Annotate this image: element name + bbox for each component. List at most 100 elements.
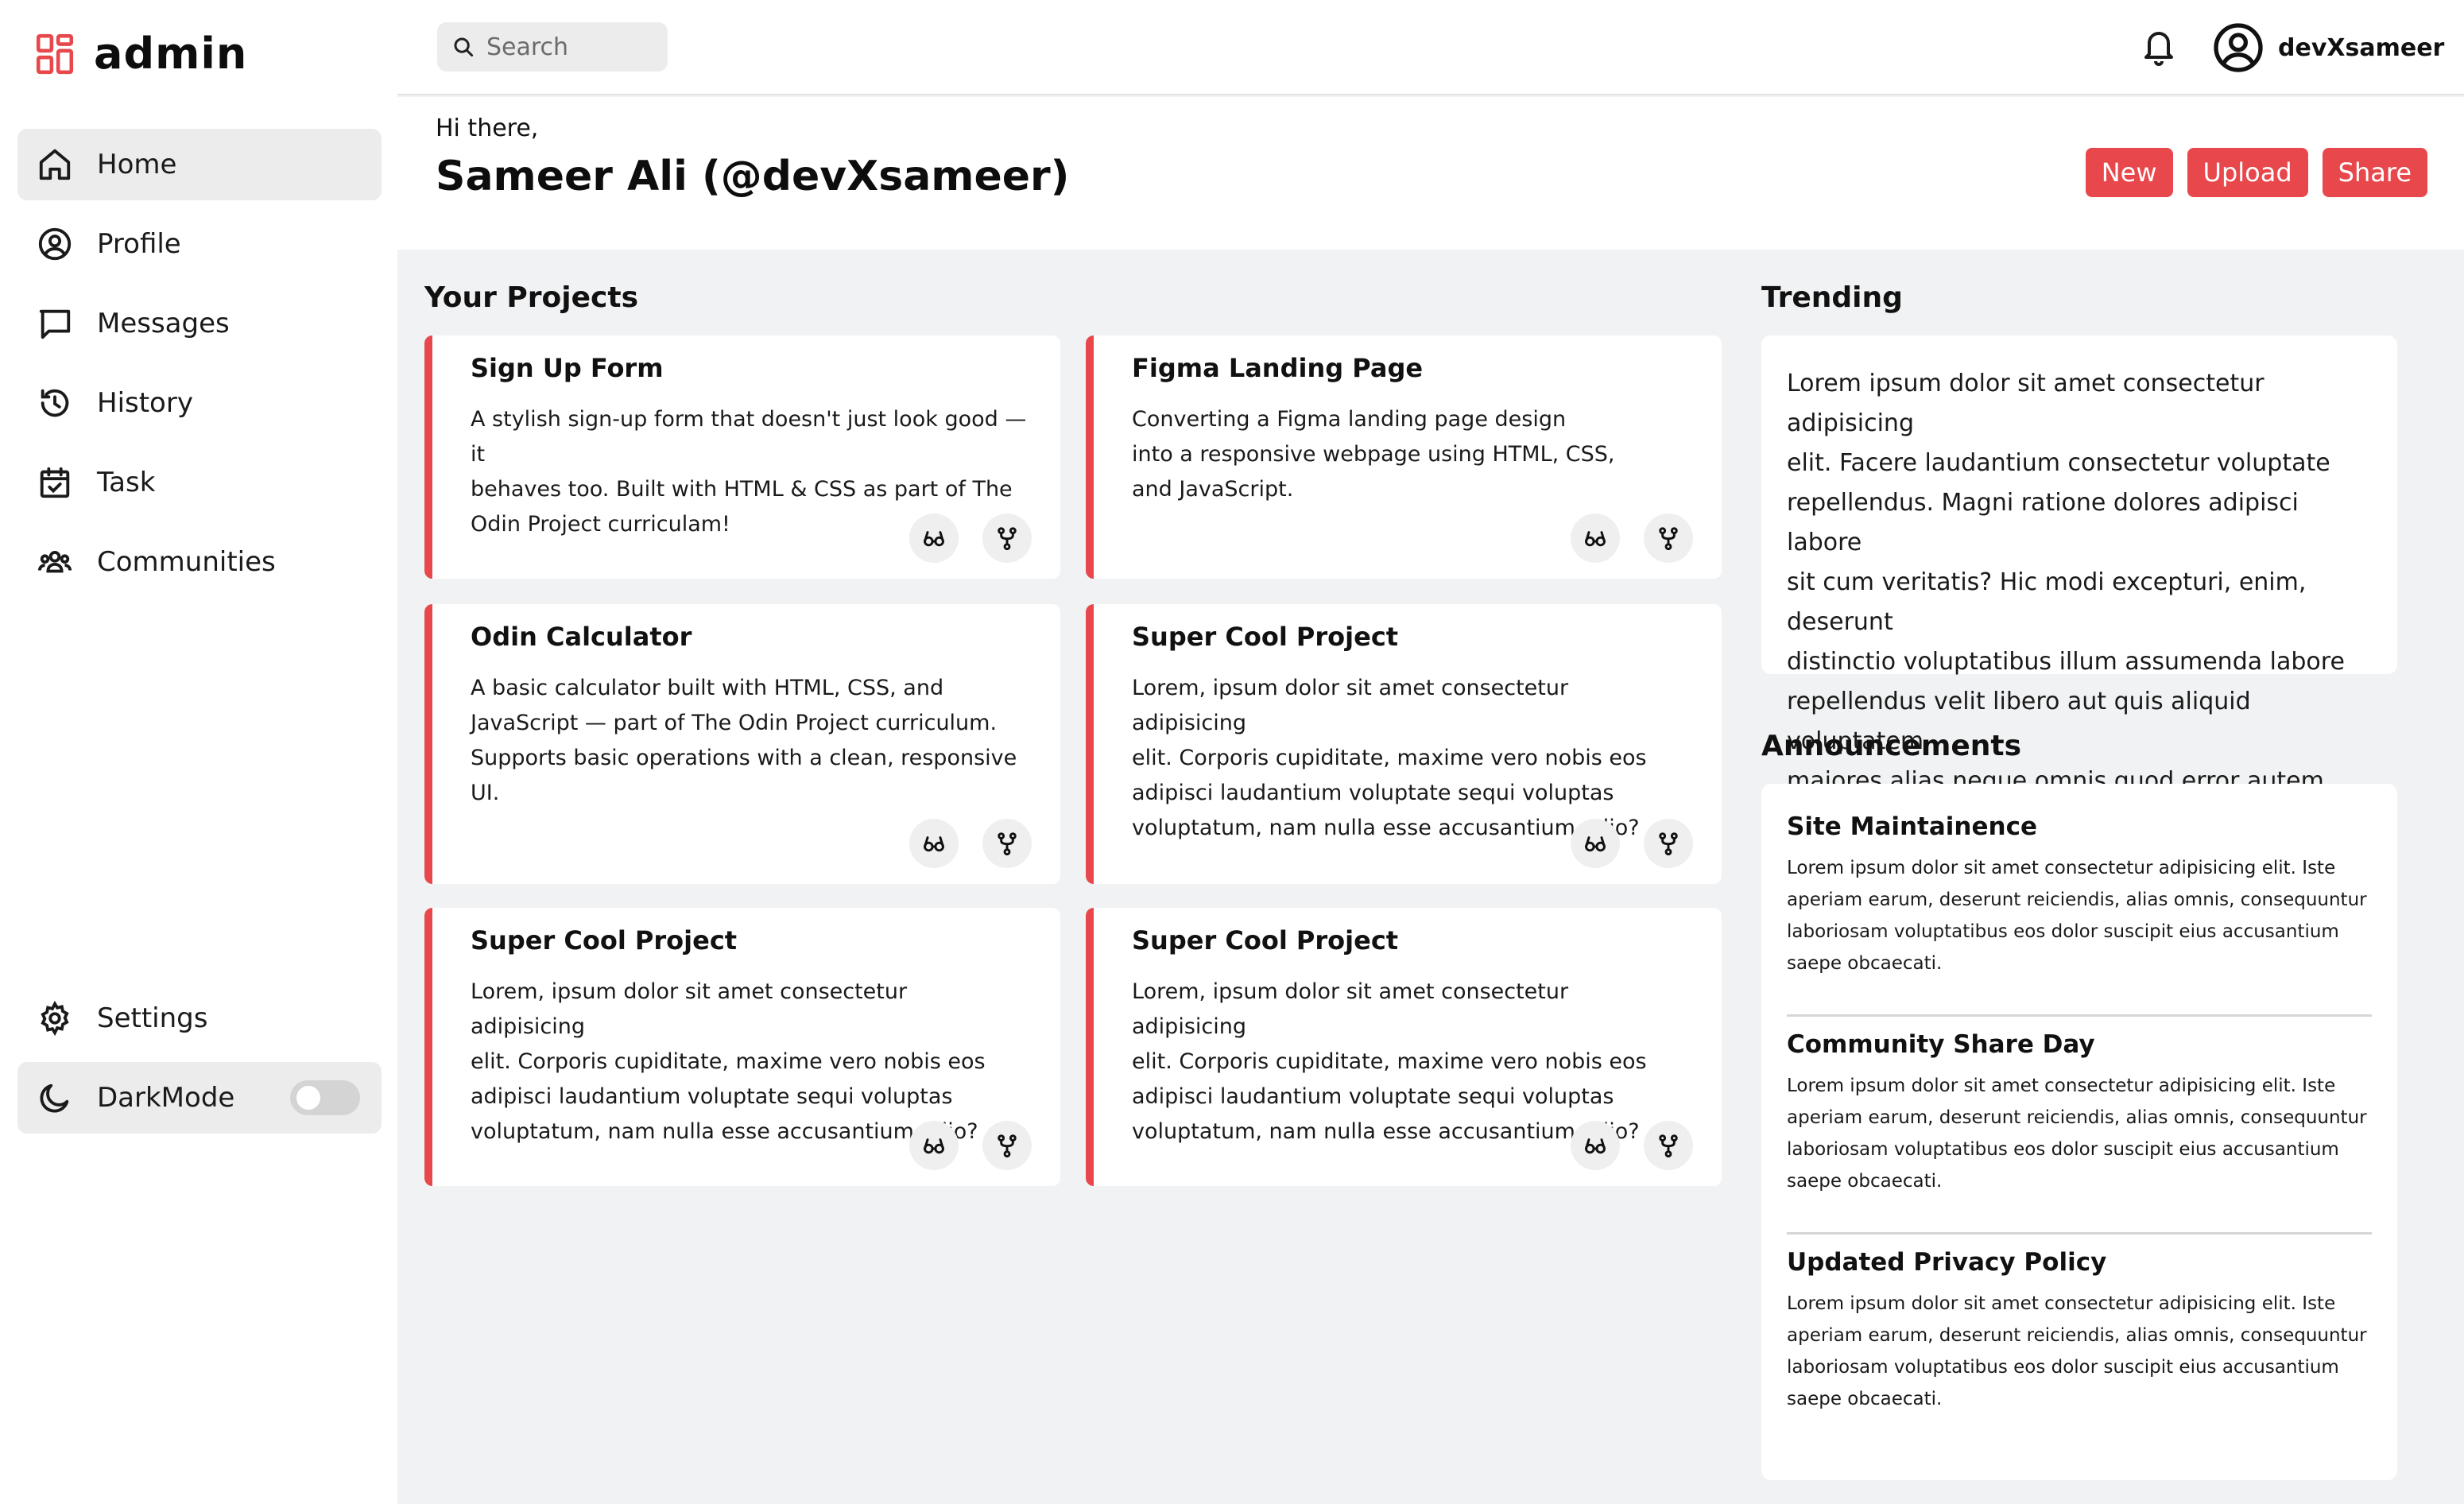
- fork-icon: [1659, 527, 1678, 551]
- text-line: Supports basic operations with a clean, …: [471, 746, 1017, 805]
- view-project-button[interactable]: [909, 1121, 959, 1170]
- glasses-icon: [1585, 531, 1606, 547]
- project-card[interactable]: Figma Landing Page Converting a Figma lan…: [1086, 335, 1722, 579]
- greeting-header: Hi there, Sameer Ali (@devXsameer) New U…: [397, 97, 2464, 250]
- project-title: Figma Landing Page: [1132, 353, 1424, 383]
- glasses-icon: [924, 1138, 944, 1154]
- header-actions: New Upload Share: [2085, 148, 2427, 197]
- text-line: sit cum veritatis? Hic modi excepturi, e…: [1787, 568, 2307, 636]
- text-line: Lorem ipsum dolor sit amet consectetur a…: [1787, 1293, 2336, 1314]
- sidebar-bottom: Settings DarkMode: [17, 983, 382, 1142]
- app-root: admin Home Profile Messages History Task…: [0, 0, 2464, 1504]
- text-line: adipisci laudantium voluptate sequi volu…: [471, 1084, 953, 1109]
- project-card[interactable]: Sign Up Form A stylish sign-up form that …: [424, 335, 1060, 579]
- sidebar-item-label: Home: [97, 149, 177, 180]
- glasses-icon: [924, 836, 944, 852]
- dashboard-logo-icon: [36, 33, 74, 74]
- announcement-item[interactable]: Site Maintainence Lorem ipsum dolor sit a…: [1787, 812, 2372, 979]
- announcements-card: Site Maintainence Lorem ipsum dolor sit a…: [1761, 784, 2397, 1480]
- text-line: Lorem ipsum dolor sit amet consectetur a…: [1787, 858, 2336, 878]
- sidebar-item-label: Communities: [97, 546, 276, 578]
- announcement-item[interactable]: Updated Privacy Policy Lorem ipsum dolor …: [1787, 1248, 2372, 1415]
- text-line: behaves too. Built with HTML & CSS as pa…: [471, 477, 1013, 502]
- project-card[interactable]: Super Cool Project Lorem, ipsum dolor sit…: [1086, 604, 1722, 884]
- fork-icon: [1659, 1134, 1678, 1158]
- share-button[interactable]: Share: [2322, 148, 2427, 197]
- fork-project-button[interactable]: [1644, 819, 1693, 868]
- text-line: aperiam earum, deserunt reiciendis, alia…: [1787, 1107, 2367, 1128]
- view-project-button[interactable]: [1571, 819, 1620, 868]
- announcement-item[interactable]: Community Share Day Lorem ipsum dolor sit…: [1787, 1030, 2372, 1197]
- fork-icon: [998, 527, 1017, 551]
- divider: [1787, 1232, 2372, 1235]
- announcement-text: Lorem ipsum dolor sit amet consectetur a…: [1787, 852, 2372, 979]
- sidebar-item-task[interactable]: Task: [17, 447, 382, 518]
- project-actions: [909, 819, 1032, 868]
- user-menu[interactable]: devXsameer: [2213, 22, 2444, 73]
- text-line: laboriosam voluptatibus eos dolor suscip…: [1787, 1357, 2339, 1378]
- project-actions: [1571, 514, 1693, 563]
- search-input[interactable]: [486, 33, 653, 61]
- home-icon: [39, 149, 71, 180]
- trending-card: Lorem ipsum dolor sit amet consectetur a…: [1761, 335, 2397, 795]
- fork-project-button[interactable]: [982, 1121, 1032, 1170]
- toggle-knob: [296, 1086, 321, 1110]
- sidebar-item-settings[interactable]: Settings: [17, 983, 382, 1054]
- sidebar-item-label: Task: [97, 467, 156, 498]
- text-line: laboriosam voluptatibus eos dolor suscip…: [1787, 921, 2339, 942]
- view-project-button[interactable]: [909, 514, 959, 563]
- sidebar-item-communities[interactable]: Communities: [17, 526, 382, 598]
- darkmode-toggle[interactable]: [290, 1080, 361, 1115]
- brand-name: admin: [94, 29, 248, 79]
- project-title: Super Cool Project: [1132, 622, 1399, 652]
- project-actions: [1571, 1121, 1693, 1170]
- text-line: aperiam earum, deserunt reiciendis, alia…: [1787, 1325, 2367, 1346]
- fork-project-button[interactable]: [1644, 514, 1693, 563]
- text-line: JavaScript — part of The Odin Project cu…: [471, 711, 998, 735]
- glasses-icon: [1585, 1138, 1606, 1154]
- greeting-text: Hi there,: [436, 114, 539, 142]
- project-actions: [909, 514, 1032, 563]
- sidebar: admin Home Profile Messages History Task…: [0, 0, 397, 1504]
- fork-icon: [998, 1134, 1017, 1158]
- text-line: Lorem, ipsum dolor sit amet consectetur …: [1132, 676, 1569, 735]
- sidebar-item-home[interactable]: Home: [17, 129, 382, 200]
- view-project-button[interactable]: [1571, 1121, 1620, 1170]
- announcements-heading: Announcements: [1761, 730, 2022, 762]
- sidebar-item-darkmode[interactable]: DarkMode: [17, 1062, 382, 1134]
- sidebar-item-profile[interactable]: Profile: [17, 208, 382, 280]
- glasses-icon: [1585, 836, 1606, 852]
- text-line: saepe obcaecati.: [1787, 1389, 1943, 1409]
- user-avatar-icon: [2214, 23, 2263, 72]
- logo[interactable]: admin: [35, 29, 247, 79]
- history-icon: [41, 389, 69, 417]
- text-line: Lorem ipsum dolor sit amet consectetur a…: [1787, 370, 2264, 437]
- fork-project-button[interactable]: [982, 819, 1032, 868]
- fork-project-button[interactable]: [982, 514, 1032, 563]
- text-line: elit. Corporis cupiditate, maxime vero n…: [1132, 746, 1647, 770]
- view-project-button[interactable]: [909, 819, 959, 868]
- projects-heading: Your Projects: [424, 281, 639, 314]
- sidebar-item-history[interactable]: History: [17, 367, 382, 439]
- announcement-text: Lorem ipsum dolor sit amet consectetur a…: [1787, 1288, 2372, 1415]
- new-button[interactable]: New: [2085, 148, 2173, 197]
- project-card[interactable]: Odin Calculator A basic calculator built …: [424, 604, 1060, 884]
- text-line: aperiam earum, deserunt reiciendis, alia…: [1787, 890, 2367, 910]
- bell-icon[interactable]: [2140, 25, 2178, 67]
- project-actions: [1571, 819, 1693, 868]
- view-project-button[interactable]: [1571, 514, 1620, 563]
- search-icon: [454, 37, 474, 57]
- project-title: Sign Up Form: [471, 353, 664, 383]
- username: devXsameer: [2278, 33, 2445, 62]
- search-box[interactable]: [437, 22, 668, 72]
- upload-button[interactable]: Upload: [2187, 148, 2308, 197]
- text-line: elit. Corporis cupiditate, maxime vero n…: [471, 1049, 986, 1074]
- text-line: saepe obcaecati.: [1787, 1171, 1943, 1192]
- sidebar-item-label: Messages: [97, 308, 230, 339]
- text-line: elit. Facere laudantium consectetur volu…: [1787, 449, 2330, 477]
- project-card[interactable]: Super Cool Project Lorem, ipsum dolor sit…: [1086, 908, 1722, 1186]
- project-card[interactable]: Super Cool Project Lorem, ipsum dolor sit…: [424, 908, 1060, 1186]
- sidebar-item-messages[interactable]: Messages: [17, 288, 382, 359]
- fork-project-button[interactable]: [1644, 1121, 1693, 1170]
- text-line: into a responsive webpage using HTML, CS…: [1132, 442, 1615, 467]
